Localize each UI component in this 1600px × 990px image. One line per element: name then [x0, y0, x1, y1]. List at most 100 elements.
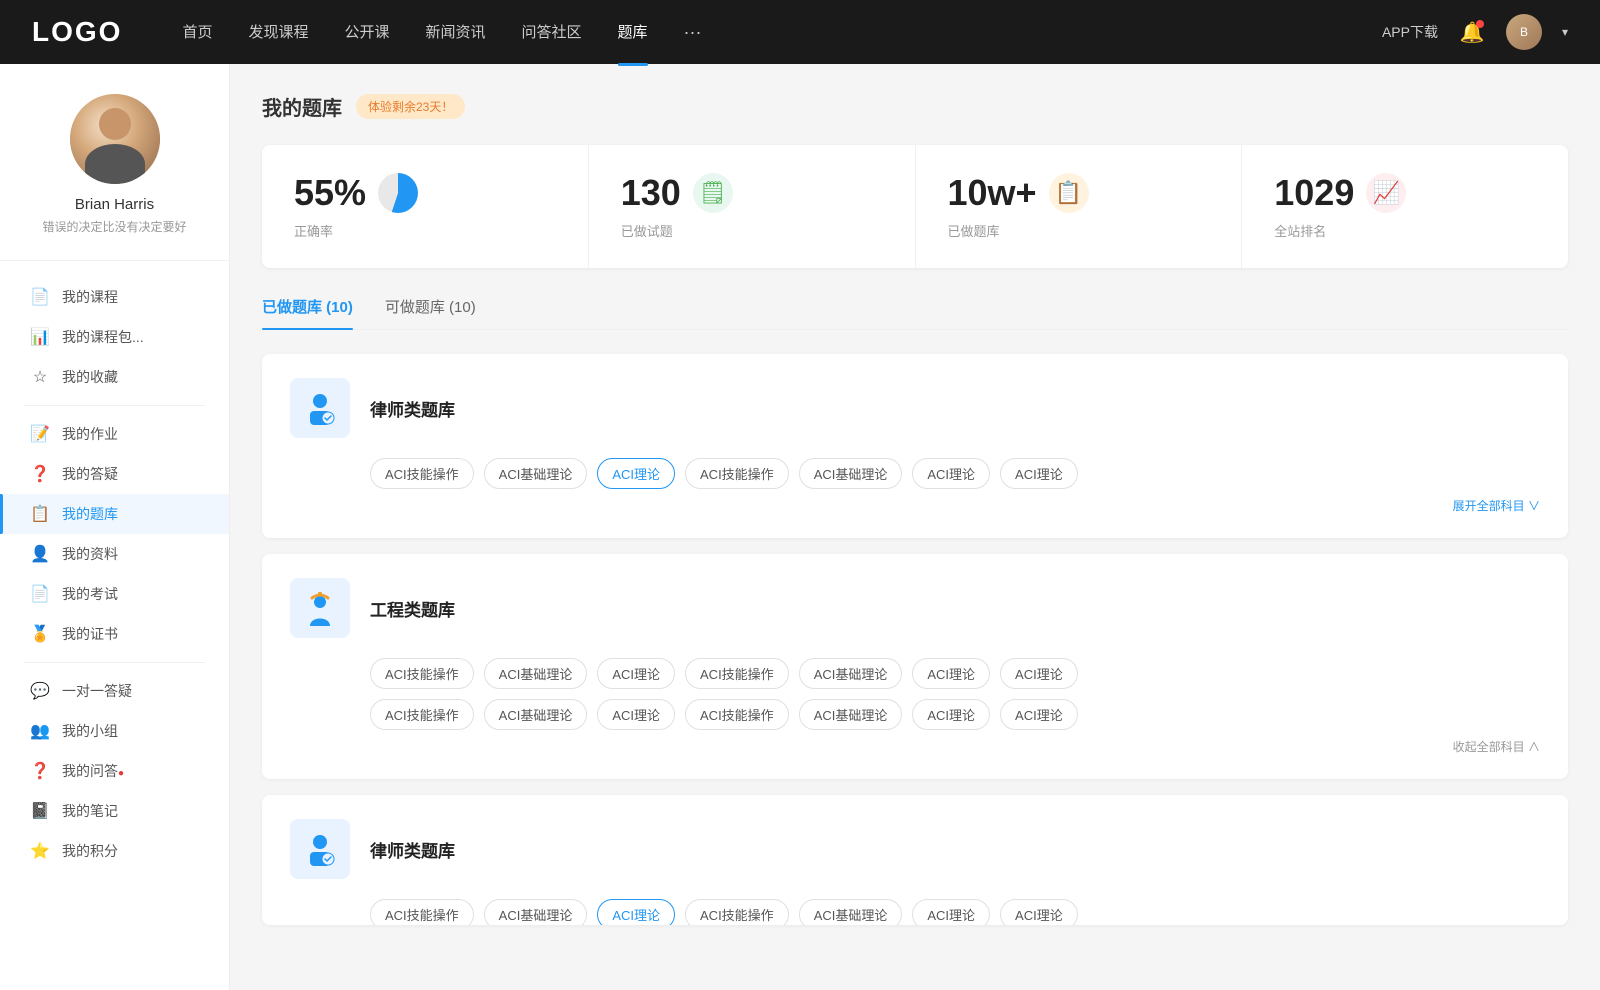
tag-2-12[interactable]: ACI基础理论	[799, 699, 903, 730]
sidebar-item-course-packages[interactable]: 📊 我的课程包...	[0, 317, 229, 357]
stat-accuracy-top: 55%	[294, 173, 556, 213]
stat-accuracy-value: 55%	[294, 175, 366, 211]
tag-1-5[interactable]: ACI基础理论	[799, 458, 903, 489]
qbank-content-lawyer-1: ACI技能操作 ACI基础理论 ACI理论 ACI技能操作 ACI基础理论 AC…	[290, 458, 1540, 514]
sidebar-item-questions[interactable]: ❓ 我的答疑	[0, 454, 229, 494]
sidebar-label-packages: 我的课程包...	[62, 327, 199, 347]
tag-3-6[interactable]: ACI理论	[912, 899, 990, 925]
tag-1-4[interactable]: ACI技能操作	[685, 458, 789, 489]
logo[interactable]: LOGO	[32, 16, 122, 48]
tag-2-9[interactable]: ACI基础理论	[484, 699, 588, 730]
tag-2-3[interactable]: ACI理论	[597, 658, 675, 689]
tag-2-2[interactable]: ACI基础理论	[484, 658, 588, 689]
tag-2-13[interactable]: ACI理论	[912, 699, 990, 730]
nav-news[interactable]: 新闻资讯	[426, 21, 486, 44]
sidebar-item-exam[interactable]: 📄 我的考试	[0, 574, 229, 614]
sidebar-item-my-qa[interactable]: ❓ 我的问答●	[0, 751, 229, 791]
stat-accuracy: 55% 正确率	[262, 145, 589, 268]
tag-3-3[interactable]: ACI理论	[597, 899, 675, 925]
qbank-section-engineer: 工程类题库 ACI技能操作 ACI基础理论 ACI理论 ACI技能操作 ACI基…	[262, 554, 1568, 779]
stat-banks-value: 10w+	[948, 175, 1037, 211]
favorites-icon: ☆	[30, 367, 50, 387]
qbank-icon-lawyer-2	[290, 819, 350, 879]
sidebar-item-profile[interactable]: 👤 我的资料	[0, 534, 229, 574]
tag-1-6[interactable]: ACI理论	[912, 458, 990, 489]
nav-qa[interactable]: 问答社区	[522, 21, 582, 44]
sidebar-item-one-on-one[interactable]: 💬 一对一答疑	[0, 671, 229, 711]
tag-2-7[interactable]: ACI理论	[1000, 658, 1078, 689]
tag-2-1[interactable]: ACI技能操作	[370, 658, 474, 689]
tag-2-8[interactable]: ACI技能操作	[370, 699, 474, 730]
profile-icon: 👤	[30, 544, 50, 564]
tab-available-banks[interactable]: 可做题库 (10)	[385, 296, 476, 329]
tag-3-5[interactable]: ACI基础理论	[799, 899, 903, 925]
qbank-name-engineer: 工程类题库	[370, 596, 455, 621]
sidebar-item-groups[interactable]: 👥 我的小组	[0, 711, 229, 751]
nav-home[interactable]: 首页	[182, 21, 212, 44]
tag-2-5[interactable]: ACI基础理论	[799, 658, 903, 689]
sidebar-label-notes: 我的笔记	[62, 801, 199, 821]
expand-link-lawyer-1[interactable]: 展开全部科目 ∨	[370, 497, 1540, 514]
lawyer-icon-svg	[300, 388, 340, 428]
points-icon: ⭐	[30, 841, 50, 861]
courses-icon: 📄	[30, 287, 50, 307]
stat-done-value: 130	[621, 175, 681, 211]
nav-qbank[interactable]: 题库	[618, 21, 648, 44]
sidebar: Brian Harris 错误的决定比没有决定要好 📄 我的课程 📊 我的课程包…	[0, 64, 230, 990]
qbank-tags-engineer-2: ACI技能操作 ACI基础理论 ACI理论 ACI技能操作 ACI基础理论 AC…	[370, 699, 1540, 730]
tag-1-7[interactable]: ACI理论	[1000, 458, 1078, 489]
stat-done-questions: 130 🗒 已做试题	[589, 145, 916, 268]
notification-bell[interactable]: 🔔	[1458, 18, 1486, 46]
sidebar-label-homework: 我的作业	[62, 424, 199, 444]
qbank-tags-lawyer-1: ACI技能操作 ACI基础理论 ACI理论 ACI技能操作 ACI基础理论 AC…	[370, 458, 1540, 489]
tag-1-1[interactable]: ACI技能操作	[370, 458, 474, 489]
qbank-section-lawyer-1: 律师类题库 ACI技能操作 ACI基础理论 ACI理论 ACI技能操作 ACI基…	[262, 354, 1568, 538]
sidebar-item-points[interactable]: ⭐ 我的积分	[0, 831, 229, 871]
qbank-header-lawyer-2: 律师类题库	[290, 819, 1540, 879]
qbank-content-engineer: ACI技能操作 ACI基础理论 ACI理论 ACI技能操作 ACI基础理论 AC…	[290, 658, 1540, 755]
tag-2-14[interactable]: ACI理论	[1000, 699, 1078, 730]
homework-icon: 📝	[30, 424, 50, 444]
tag-3-7[interactable]: ACI理论	[1000, 899, 1078, 925]
qbank-icon-engineer	[290, 578, 350, 638]
tag-2-4[interactable]: ACI技能操作	[685, 658, 789, 689]
nav-more[interactable]: ···	[684, 22, 702, 43]
nav-open[interactable]: 公开课	[344, 21, 389, 44]
my-qa-icon: ❓	[30, 761, 50, 781]
stat-ranking-value: 1029	[1274, 175, 1354, 211]
qbank-icon: 📋	[30, 504, 50, 524]
sidebar-item-courses[interactable]: 📄 我的课程	[0, 277, 229, 317]
sidebar-item-certificate[interactable]: 🏅 我的证书	[0, 614, 229, 654]
stats-row: 55% 正确率 130 🗒 已做试题 10w+ 📋 已做题库	[262, 145, 1568, 268]
groups-icon: 👥	[30, 721, 50, 741]
tag-3-4[interactable]: ACI技能操作	[685, 899, 789, 925]
qbank-name-lawyer-2: 律师类题库	[370, 837, 455, 862]
tag-2-11[interactable]: ACI技能操作	[685, 699, 789, 730]
tag-3-1[interactable]: ACI技能操作	[370, 899, 474, 925]
qbank-content-lawyer-2: ACI技能操作 ACI基础理论 ACI理论 ACI技能操作 ACI基础理论 AC…	[290, 899, 1540, 925]
tag-3-2[interactable]: ACI基础理论	[484, 899, 588, 925]
app-download-link[interactable]: APP下载	[1382, 22, 1438, 42]
trial-badge: 体验剩余23天！	[356, 94, 465, 119]
qbank-section-lawyer-2: 律师类题库 ACI技能操作 ACI基础理论 ACI理论 ACI技能操作 ACI基…	[262, 795, 1568, 925]
main-content: 我的题库 体验剩余23天！ 55% 正确率 130 🗒 已做试题	[230, 64, 1600, 990]
nav-links: 首页 发现课程 公开课 新闻资讯 问答社区 题库 ···	[182, 21, 1382, 44]
nav-discover[interactable]: 发现课程	[248, 21, 308, 44]
avatar[interactable]: B	[1506, 14, 1542, 50]
sidebar-item-notes[interactable]: 📓 我的笔记	[0, 791, 229, 831]
collapse-link-engineer[interactable]: 收起全部科目 ∧	[370, 738, 1540, 755]
stat-done-label: 已做试题	[621, 221, 883, 240]
qbank-header-engineer: 工程类题库	[290, 578, 1540, 638]
qbank-tags-lawyer-2: ACI技能操作 ACI基础理论 ACI理论 ACI技能操作 ACI基础理论 AC…	[370, 899, 1540, 925]
qbank-name-lawyer-1: 律师类题库	[370, 396, 455, 421]
tab-done-banks[interactable]: 已做题库 (10)	[262, 296, 353, 329]
tag-2-6[interactable]: ACI理论	[912, 658, 990, 689]
avatar-chevron-icon[interactable]: ▾	[1562, 25, 1568, 39]
tag-1-2[interactable]: ACI基础理论	[484, 458, 588, 489]
tag-1-3[interactable]: ACI理论	[597, 458, 675, 489]
sidebar-item-homework[interactable]: 📝 我的作业	[0, 414, 229, 454]
stat-ranking-label: 全站排名	[1274, 221, 1536, 240]
sidebar-item-favorites[interactable]: ☆ 我的收藏	[0, 357, 229, 397]
tag-2-10[interactable]: ACI理论	[597, 699, 675, 730]
sidebar-item-qbank[interactable]: 📋 我的题库	[0, 494, 229, 534]
